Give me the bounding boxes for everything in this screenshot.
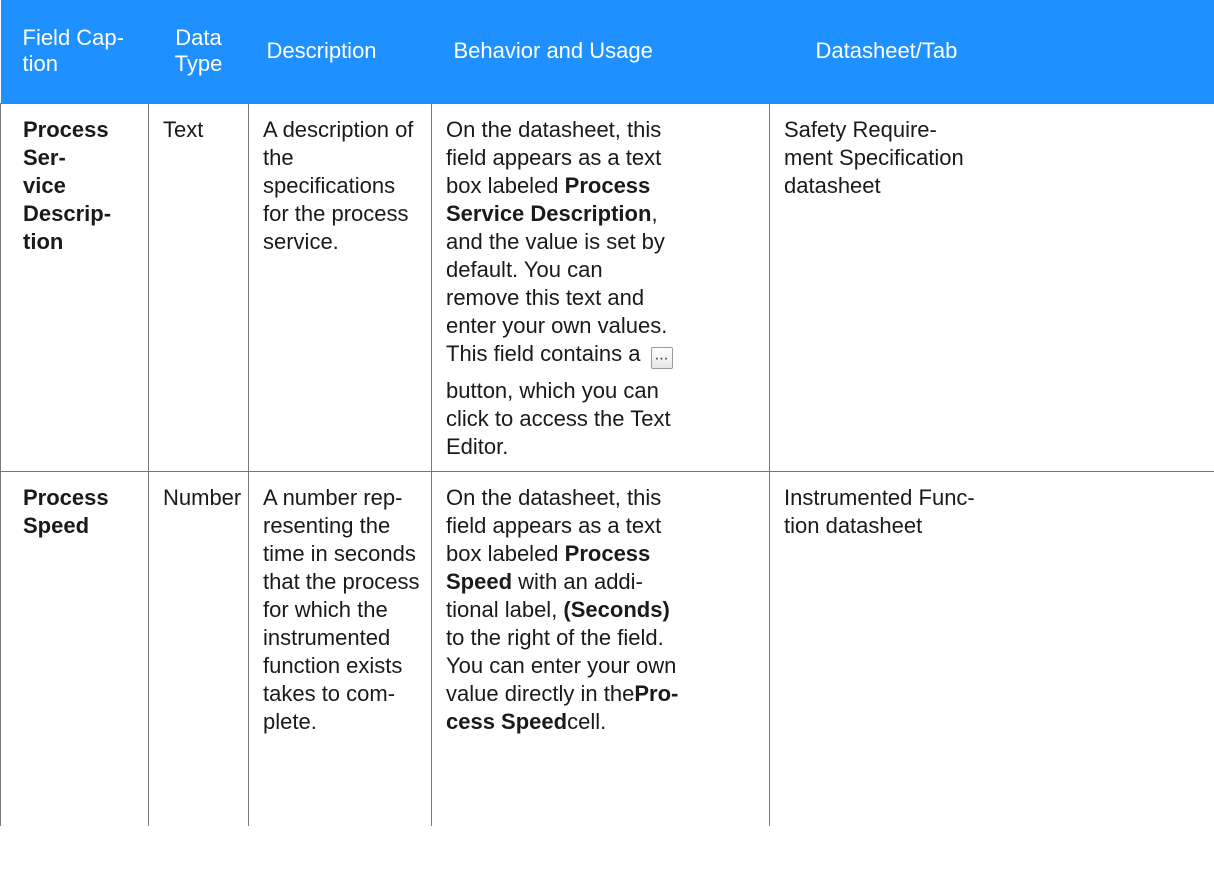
behavior-text: cell. <box>567 708 607 734</box>
datasheet-cell: Instrumented Func- tion datasheet <box>769 470 1214 826</box>
behavior-bold-label: (Seconds) <box>563 596 670 622</box>
header-datasheet-tab: Datasheet/Tab <box>769 0 1214 103</box>
table-row: Process Ser- vice Descrip- tion Text A d… <box>0 102 1214 472</box>
field-caption-cell: Process Speed <box>0 470 149 826</box>
header-row: Field Cap- tion Data Type Description Be… <box>0 0 1214 103</box>
ellipsis-button-icon: ⋯ <box>650 346 673 369</box>
behavior-cell: On the datasheet, this field appears as … <box>431 470 770 826</box>
behavior-cell: On the datasheet, this field appears as … <box>431 102 770 472</box>
description-cell: A description of the specifications for … <box>248 102 432 472</box>
fields-table: Field Cap- tion Data Type Description Be… <box>0 0 1214 826</box>
header-field-caption: Field Cap- tion <box>0 0 149 103</box>
data-type-cell: Number <box>148 470 249 826</box>
data-type-cell: Text <box>148 102 249 472</box>
table-row: Process Speed Number A number rep- resen… <box>0 470 1214 826</box>
description-cell: A number rep- resenting the time in seco… <box>248 470 432 826</box>
behavior-text: button, which you can click to access th… <box>446 377 671 459</box>
header-behavior-usage: Behavior and Usage <box>431 0 770 103</box>
datasheet-cell: Safety Require- ment Specification datas… <box>769 102 1214 472</box>
header-description: Description <box>248 0 432 103</box>
field-caption-cell: Process Ser- vice Descrip- tion <box>0 102 149 472</box>
header-data-type: Data Type <box>148 0 249 103</box>
